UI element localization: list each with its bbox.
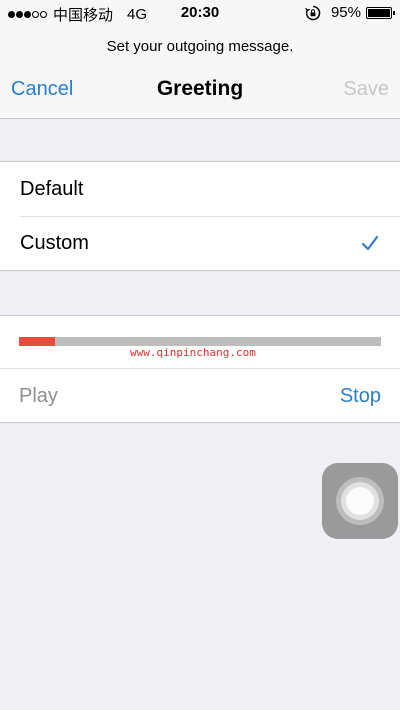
carrier-name: 中国移动 bbox=[53, 7, 114, 24]
battery-percent: 95% bbox=[330, 4, 361, 21]
cancel-button[interactable]: Cancel bbox=[11, 78, 73, 101]
prompt-text: Set your outgoing message. bbox=[106, 38, 294, 55]
signal-strength-icon bbox=[8, 11, 47, 18]
status-right: 95% bbox=[305, 4, 395, 21]
signal-dot bbox=[32, 11, 39, 18]
playback-controls: Play Stop bbox=[0, 368, 400, 422]
network-type: 4G bbox=[127, 6, 148, 23]
option-label: Custom bbox=[20, 232, 89, 254]
option-label: Default bbox=[20, 178, 84, 200]
status-bar: 中国移动 4G 20:30 95% bbox=[0, 0, 400, 26]
recording-progress-bar[interactable] bbox=[19, 337, 381, 346]
orientation-lock-icon bbox=[305, 5, 321, 20]
checkmark-icon bbox=[361, 235, 379, 251]
signal-dot bbox=[16, 11, 23, 18]
battery-level-fill bbox=[368, 8, 390, 17]
navigation-bar: Set your outgoing message. Cancel Greeti… bbox=[0, 26, 400, 119]
save-button[interactable]: Save bbox=[343, 78, 389, 101]
signal-dot bbox=[24, 11, 31, 18]
battery-icon bbox=[366, 6, 395, 19]
signal-dot bbox=[8, 11, 15, 18]
status-left: 中国移动 4G bbox=[8, 4, 147, 25]
option-default[interactable]: Default bbox=[0, 162, 400, 216]
play-button[interactable]: Play bbox=[19, 385, 58, 408]
recording-panel: www.qinpinchang.com Play Stop bbox=[0, 315, 400, 423]
recording-progress-fill bbox=[19, 337, 56, 346]
greeting-options-list: Default Custom bbox=[0, 161, 400, 271]
signal-dot bbox=[40, 11, 47, 18]
option-custom[interactable]: Custom bbox=[0, 216, 400, 270]
assistive-touch-button[interactable] bbox=[322, 463, 398, 539]
assistive-touch-ring bbox=[346, 487, 374, 515]
recording-progress-row: www.qinpinchang.com bbox=[0, 316, 400, 368]
stop-button[interactable]: Stop bbox=[340, 385, 381, 408]
watermark-text: www.qinpinchang.com bbox=[130, 346, 256, 359]
